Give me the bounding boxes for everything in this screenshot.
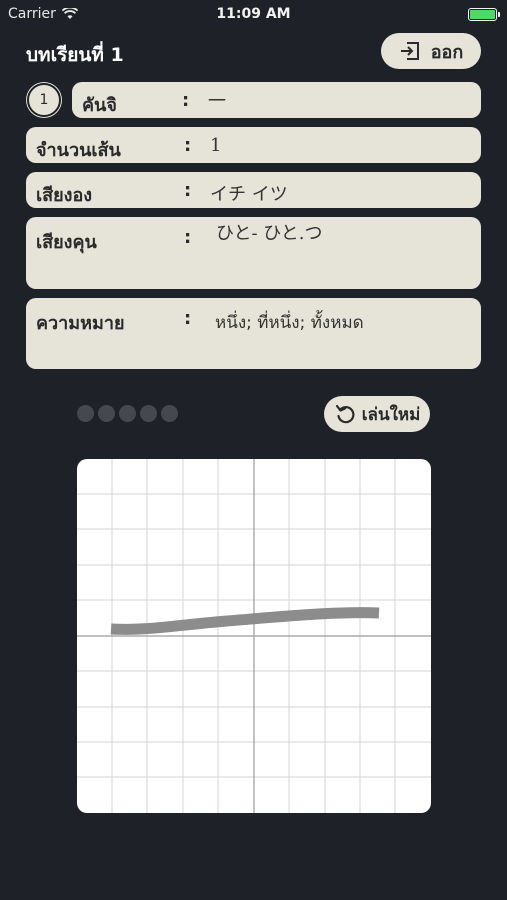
exit-label: ออก — [430, 41, 464, 63]
kanji-label: คันจิ — [82, 95, 117, 116]
progress-dot — [140, 405, 157, 422]
status-time: 11:09 AM — [216, 6, 291, 22]
stroke-count-value: 1 — [210, 135, 222, 156]
separator: : — [184, 180, 192, 201]
kun-reading-value: ひと- ひと.つ — [216, 223, 323, 244]
kanji-row: คันจิ : 一 — [72, 82, 481, 118]
kun-reading-label: เสียงคุน — [36, 232, 97, 253]
exit-door-icon — [400, 42, 419, 60]
kun-reading-row: เสียงคุน : ひと- ひと.つ — [26, 217, 481, 289]
progress-dot — [98, 405, 115, 422]
progress-dot — [161, 405, 178, 422]
battery-tip — [498, 12, 500, 17]
kanji-stroke — [110, 607, 380, 635]
battery-fill — [470, 10, 495, 19]
battery-icon — [468, 8, 500, 21]
meaning-row: ความหมาย : หนึ่ง; ที่หนึ่ง; ทั้งหมด — [26, 298, 481, 369]
separator: : — [184, 135, 192, 156]
progress-dot — [119, 405, 136, 422]
lesson-title: บทเรียนที่ 1 — [26, 44, 124, 66]
stroke-count-label: จำนวนเส้น — [36, 140, 121, 161]
grid-svg — [77, 459, 431, 813]
kanji-value: 一 — [208, 91, 226, 112]
stroke-count-row: จำนวนเส้น : 1 — [26, 127, 481, 163]
replay-label: เล่นใหม่ — [361, 404, 421, 425]
status-bar: Carrier 11:09 AM — [0, 0, 507, 28]
meaning-value: หนึ่ง; ที่หนึ่ง; ทั้งหมด — [215, 313, 364, 333]
on-reading-row: เสียงอง : イチ イツ — [26, 172, 481, 208]
separator: : — [184, 308, 192, 329]
separator: : — [184, 227, 192, 248]
stroke-progress-dots — [77, 405, 178, 422]
separator: : — [182, 90, 190, 111]
progress-dot — [77, 405, 94, 422]
on-reading-value: イチ イツ — [210, 184, 288, 205]
replay-button[interactable]: เล่นใหม่ — [324, 396, 430, 432]
writing-canvas[interactable] — [77, 459, 431, 813]
kanji-number-badge: 1 — [27, 83, 61, 117]
exit-button[interactable]: ออก — [381, 33, 481, 69]
on-reading-label: เสียงอง — [36, 185, 93, 206]
meaning-label: ความหมาย — [36, 313, 125, 334]
replay-icon — [335, 404, 355, 424]
